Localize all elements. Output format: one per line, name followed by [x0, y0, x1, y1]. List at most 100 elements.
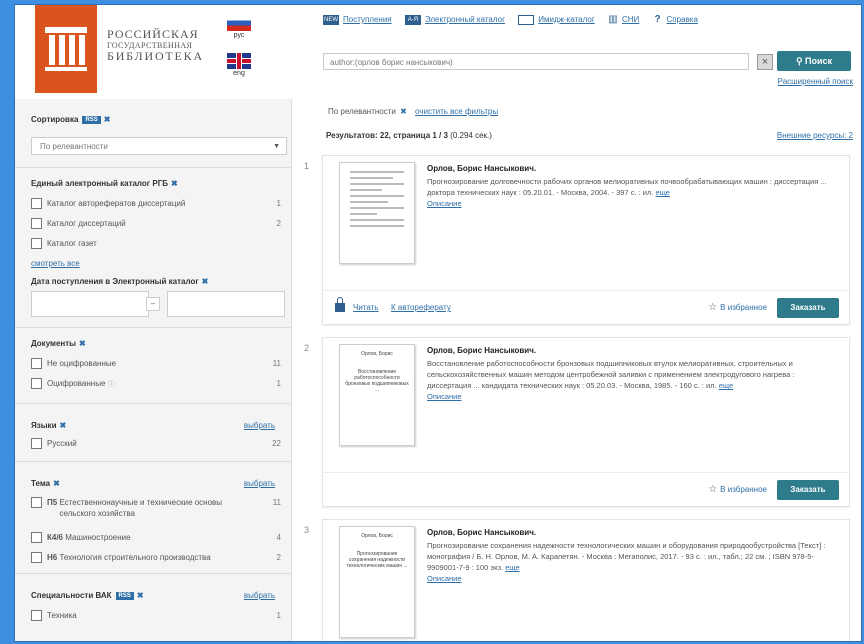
- link-image-catalog[interactable]: Имидж-каталог: [518, 15, 595, 25]
- add-to-favorites[interactable]: ☆ В избранное: [708, 484, 767, 495]
- result-actions: Читать К автореферату ☆ В избранное Заказ…: [323, 290, 849, 325]
- filter-catalog-newspapers[interactable]: Каталог газет: [31, 237, 289, 251]
- vak-choose-link[interactable]: выбрать: [244, 591, 275, 600]
- lang-en[interactable]: eng: [225, 53, 253, 77]
- link-sni[interactable]: ▥ СНИ: [608, 15, 639, 25]
- lang-ru-label: рус: [233, 32, 245, 39]
- filter-not-digitized[interactable]: Не оцифрованные 11: [31, 357, 289, 371]
- result-description: Прогнозирование долговечности рабочих ор…: [427, 176, 837, 209]
- sort-title: Сортировка RSS ✖: [31, 115, 111, 124]
- monitor-icon: [518, 15, 535, 25]
- checkbox[interactable]: [31, 497, 42, 509]
- description-link[interactable]: Описание: [427, 573, 837, 584]
- logo-text: РОССИЙСКАЯ ГОСУДАРСТВЕННАЯ БИБЛИОТЕКА: [107, 27, 204, 63]
- close-icon[interactable]: ✖: [53, 479, 60, 488]
- add-to-favorites[interactable]: ☆ В избранное: [708, 302, 767, 313]
- search-icon: ⚲: [795, 56, 806, 66]
- search-input[interactable]: author:(орлов борис нансыкович): [323, 53, 749, 70]
- close-icon[interactable]: ✖: [79, 339, 86, 348]
- external-resources-link[interactable]: Внешние ресурсы: 2: [777, 131, 853, 140]
- checkbox[interactable]: [31, 358, 42, 370]
- logo-line-1: РОССИЙСКАЯ: [107, 27, 199, 41]
- result-thumbnail[interactable]: [339, 162, 415, 264]
- filter-lang-russian[interactable]: Русский 22: [31, 437, 289, 451]
- more-link[interactable]: еще: [656, 188, 670, 197]
- star-icon: ☆: [708, 302, 718, 313]
- close-icon[interactable]: ✖: [202, 277, 209, 286]
- clear-search-icon[interactable]: ×: [757, 54, 773, 70]
- filter-chip-relevance: По релевантности: [328, 107, 396, 116]
- uk-flag-icon: [227, 53, 251, 69]
- top-links: NEW Поступления A-Я Электронный каталог Им…: [323, 15, 709, 31]
- link-new-arrivals[interactable]: NEW Поступления: [323, 15, 392, 25]
- result-author[interactable]: Орлов, Борис Нансыкович.: [427, 528, 536, 537]
- info-icon[interactable]: ⓘ: [108, 381, 115, 388]
- languages-choose-link[interactable]: выбрать: [244, 421, 275, 430]
- languages-filter-title: Языки ✖: [31, 421, 67, 430]
- date-dash: –: [146, 297, 160, 311]
- show-all-link[interactable]: смотреть все: [31, 259, 80, 268]
- az-icon: A-Я: [404, 15, 421, 25]
- sort-select[interactable]: По релевантности ▼: [31, 137, 287, 155]
- checkbox[interactable]: [31, 238, 42, 250]
- link-e-catalog[interactable]: A-Я Электронный каталог: [404, 15, 505, 25]
- date-filter-title: Дата поступления в Электронный каталог ✖: [31, 277, 209, 286]
- filter-catalog-dissertations[interactable]: Каталог диссертаций 2: [31, 217, 289, 231]
- new-icon: NEW: [323, 15, 339, 25]
- close-icon[interactable]: ✖: [59, 421, 66, 430]
- checkbox[interactable]: [31, 218, 42, 230]
- more-link[interactable]: еще: [505, 563, 519, 572]
- filter-vak-technics[interactable]: Техника 1: [31, 609, 289, 623]
- result-author[interactable]: Орлов, Борис Нансыкович.: [427, 346, 536, 355]
- result-thumbnail[interactable]: Орлов, Борис Прогнозирование сохранения …: [339, 526, 415, 638]
- close-icon[interactable]: ✖: [171, 179, 178, 188]
- checkbox[interactable]: [31, 378, 42, 390]
- filter-theme-k46[interactable]: К4/6 Машиностроение 4: [31, 531, 289, 545]
- search-button[interactable]: ⚲ Поиск: [777, 51, 851, 71]
- remove-filter-icon[interactable]: ✖: [400, 107, 407, 116]
- close-icon[interactable]: ✖: [137, 591, 144, 600]
- link-help[interactable]: ? Справка: [653, 15, 697, 25]
- lang-ru[interactable]: рус: [225, 15, 253, 39]
- order-button[interactable]: Заказать: [777, 480, 839, 500]
- clear-filters-link[interactable]: очистить все фильтры: [415, 107, 498, 116]
- theme-filter-title: Тема ✖: [31, 479, 60, 488]
- rss-badge[interactable]: RSS: [82, 115, 101, 124]
- result-card: Орлов, Борис Нансыкович. Прогнозирование…: [322, 155, 850, 325]
- advanced-search-link[interactable]: Расширенный поиск: [778, 77, 853, 86]
- description-link[interactable]: Описание: [427, 391, 837, 402]
- catalog-filter-title: Единый электронный каталог РГБ ✖: [31, 179, 178, 188]
- description-link[interactable]: Описание: [427, 198, 837, 209]
- filter-digitized[interactable]: Оцифрованные ⓘ 1: [31, 377, 289, 391]
- result-thumbnail[interactable]: Орлов, Борис Восстановление работоспособ…: [339, 344, 415, 446]
- database-icon: ▥: [608, 14, 618, 25]
- to-abstract-link[interactable]: К автореферату: [391, 303, 451, 312]
- filter-theme-n6[interactable]: Н6 Технология строительного производства…: [31, 551, 289, 565]
- lock-icon: [335, 297, 345, 312]
- checkbox[interactable]: [31, 532, 42, 544]
- read-link[interactable]: Читать: [353, 303, 378, 312]
- result-description: Восстановление работоспособности бронзов…: [427, 358, 837, 402]
- theme-choose-link[interactable]: выбрать: [244, 479, 275, 488]
- logo-line-3: БИБЛИОТЕКА: [107, 49, 204, 63]
- chevron-down-icon: ▼: [273, 143, 280, 150]
- checkbox[interactable]: [31, 610, 42, 622]
- rgb-logo[interactable]: [35, 5, 97, 93]
- checkbox[interactable]: [31, 198, 42, 210]
- result-number: 2: [304, 343, 310, 353]
- checkbox[interactable]: [31, 552, 42, 564]
- rss-badge[interactable]: RSS: [115, 591, 134, 600]
- date-from-input[interactable]: [31, 291, 149, 317]
- filter-catalog-abstracts[interactable]: Каталог авторефератов диссертаций 1: [31, 197, 289, 211]
- more-link[interactable]: еще: [719, 381, 733, 390]
- checkbox[interactable]: [31, 438, 42, 450]
- date-to-input[interactable]: [167, 291, 285, 317]
- header: РОССИЙСКАЯ ГОСУДАРСТВЕННАЯ БИБЛИОТЕКА ру…: [15, 5, 861, 97]
- result-card: Орлов, Борис Прогнозирование сохранения …: [322, 519, 850, 641]
- filter-theme-p5[interactable]: П5 Естественнонаучные и технические осно…: [31, 497, 289, 525]
- close-icon[interactable]: ✖: [104, 115, 111, 124]
- result-author[interactable]: Орлов, Борис Нансыкович.: [427, 164, 536, 173]
- result-card: Орлов, Борис Восстановление работоспособ…: [322, 337, 850, 507]
- lang-en-label: eng: [233, 70, 245, 77]
- order-button[interactable]: Заказать: [777, 298, 839, 318]
